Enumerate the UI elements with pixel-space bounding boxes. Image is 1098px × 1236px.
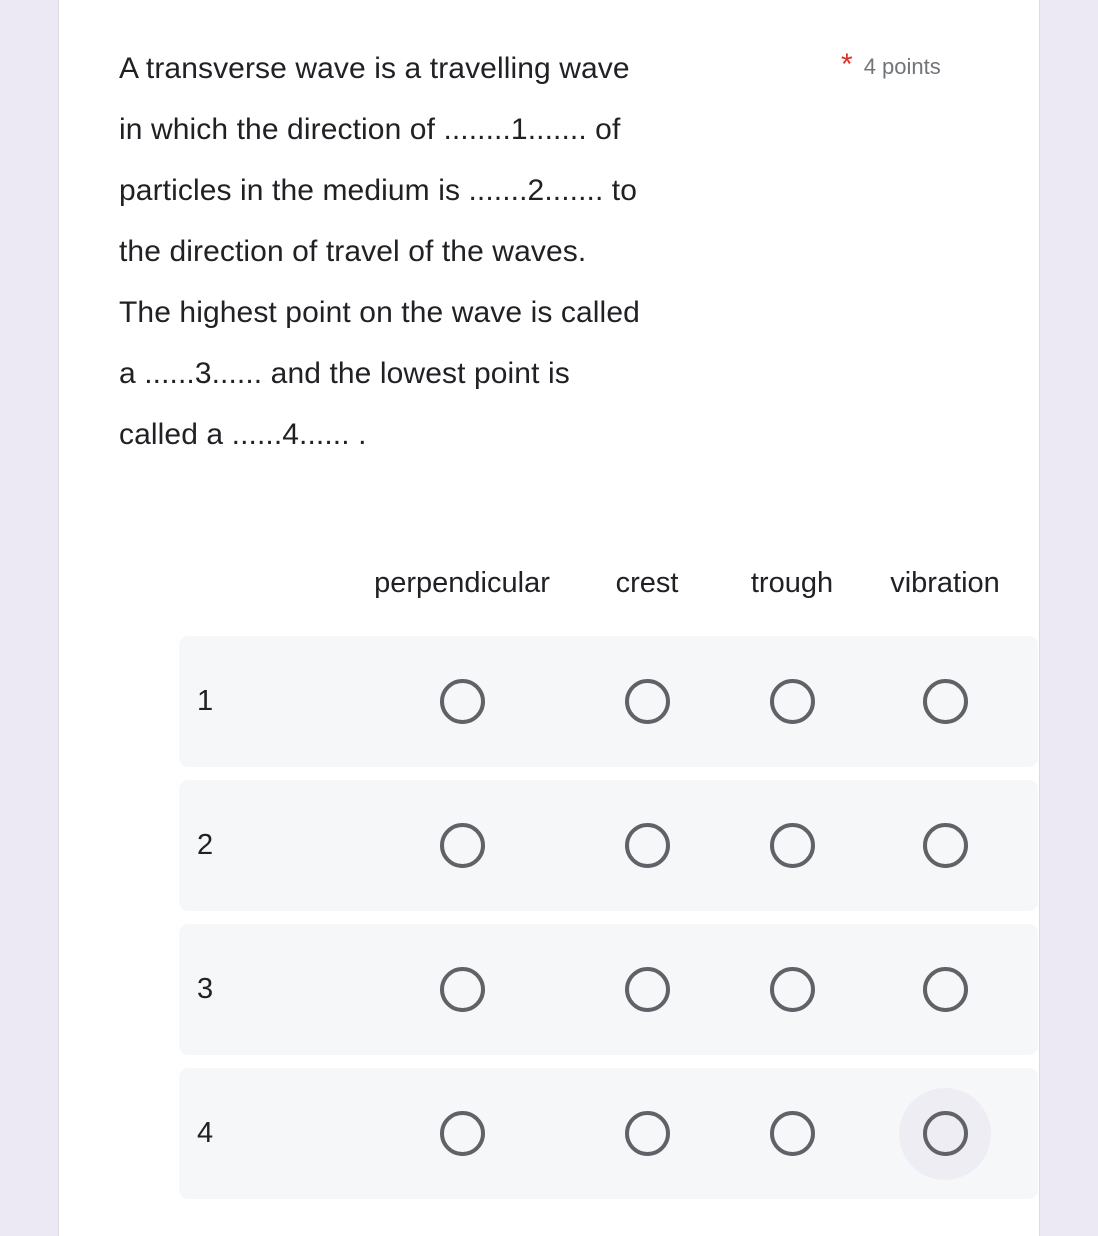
grid-cell-2-perpendicular[interactable] bbox=[349, 780, 575, 911]
grid-cell-4-crest[interactable] bbox=[575, 1068, 719, 1199]
points-label: 4 points bbox=[863, 54, 941, 79]
radio-hit-area[interactable] bbox=[601, 1088, 693, 1180]
required-asterisk-icon: * bbox=[841, 48, 853, 81]
grid-cell-4-vibration[interactable] bbox=[865, 1068, 1025, 1199]
radio-button-4-vibration[interactable] bbox=[922, 1111, 968, 1156]
radio-hit-area[interactable] bbox=[746, 656, 838, 748]
question-card: A transverse wave is a travelling wave i… bbox=[58, 0, 1040, 1236]
grid-row: 4 bbox=[179, 1068, 1038, 1199]
radio-hit-area[interactable] bbox=[416, 1088, 508, 1180]
radio-hit-area[interactable] bbox=[746, 944, 838, 1036]
grid-cell-3-trough[interactable] bbox=[719, 924, 865, 1055]
grid-column-headers: perpendicular crest trough vibration bbox=[179, 540, 1039, 602]
radio-hit-area[interactable] bbox=[899, 800, 991, 892]
radio-button-2-crest[interactable] bbox=[624, 823, 670, 868]
radio-button-1-crest[interactable] bbox=[624, 679, 670, 724]
radio-hit-area[interactable] bbox=[416, 944, 508, 1036]
radio-button-3-vibration[interactable] bbox=[922, 967, 968, 1012]
radio-button-3-perpendicular[interactable] bbox=[439, 967, 485, 1012]
radio-button-4-crest[interactable] bbox=[624, 1111, 670, 1156]
radio-button-2-trough[interactable] bbox=[769, 823, 815, 868]
radio-hit-area[interactable] bbox=[899, 944, 991, 1036]
grid-row-label-1: 1 bbox=[197, 685, 214, 717]
radio-hit-area[interactable] bbox=[746, 800, 838, 892]
question-text: A transverse wave is a travelling wave i… bbox=[119, 52, 640, 451]
radio-hit-area[interactable] bbox=[416, 800, 508, 892]
radio-button-3-trough[interactable] bbox=[769, 967, 815, 1012]
grid-cell-2-crest[interactable] bbox=[575, 780, 719, 911]
radio-button-1-vibration[interactable] bbox=[922, 679, 968, 724]
radio-hit-area[interactable] bbox=[416, 656, 508, 748]
grid-cell-3-crest[interactable] bbox=[575, 924, 719, 1055]
grid-rows: 1 2 3 4 bbox=[179, 636, 1039, 1199]
points-container: * 4 points bbox=[841, 50, 941, 80]
radio-button-1-trough[interactable] bbox=[769, 679, 815, 724]
grid-row: 3 bbox=[179, 924, 1038, 1055]
radio-hit-area[interactable] bbox=[601, 800, 693, 892]
radio-button-3-crest[interactable] bbox=[624, 967, 670, 1012]
radio-hit-area[interactable] bbox=[601, 944, 693, 1036]
radio-hit-area[interactable] bbox=[746, 1088, 838, 1180]
grid-cell-2-trough[interactable] bbox=[719, 780, 865, 911]
radio-button-4-perpendicular[interactable] bbox=[439, 1111, 485, 1156]
grid-cell-1-perpendicular[interactable] bbox=[349, 636, 575, 767]
grid-row: 1 bbox=[179, 636, 1038, 767]
grid-cell-4-trough[interactable] bbox=[719, 1068, 865, 1199]
radio-button-4-trough[interactable] bbox=[769, 1111, 815, 1156]
radio-button-2-perpendicular[interactable] bbox=[439, 823, 485, 868]
grid-column-header-vibration: vibration bbox=[890, 567, 1000, 599]
grid-cell-1-vibration[interactable] bbox=[865, 636, 1025, 767]
grid-cell-4-perpendicular[interactable] bbox=[349, 1068, 575, 1199]
grid-column-header-perpendicular: perpendicular bbox=[374, 567, 550, 599]
grid-cell-1-trough[interactable] bbox=[719, 636, 865, 767]
radio-hit-area[interactable] bbox=[899, 656, 991, 748]
grid-row-label-2: 2 bbox=[197, 829, 214, 861]
grid-row: 2 bbox=[179, 780, 1038, 911]
multiple-choice-grid: perpendicular crest trough vibration 1 2… bbox=[179, 540, 1039, 1212]
grid-cell-3-vibration[interactable] bbox=[865, 924, 1025, 1055]
page-root: A transverse wave is a travelling wave i… bbox=[0, 0, 1098, 1236]
grid-cell-2-vibration[interactable] bbox=[865, 780, 1025, 911]
radio-hit-area-hovered[interactable] bbox=[899, 1087, 991, 1180]
grid-column-header-trough: trough bbox=[750, 567, 834, 599]
radio-hit-area[interactable] bbox=[601, 656, 693, 748]
grid-column-header-crest: crest bbox=[615, 567, 679, 599]
question-header: A transverse wave is a travelling wave i… bbox=[119, 0, 979, 465]
grid-cell-3-perpendicular[interactable] bbox=[349, 924, 575, 1055]
grid-row-label-3: 3 bbox=[197, 973, 214, 1005]
grid-row-label-4: 4 bbox=[197, 1117, 214, 1149]
radio-button-1-perpendicular[interactable] bbox=[439, 679, 485, 724]
radio-button-2-vibration[interactable] bbox=[922, 823, 968, 868]
question-card-inner: A transverse wave is a travelling wave i… bbox=[119, 0, 1039, 1236]
grid-cell-1-crest[interactable] bbox=[575, 636, 719, 767]
